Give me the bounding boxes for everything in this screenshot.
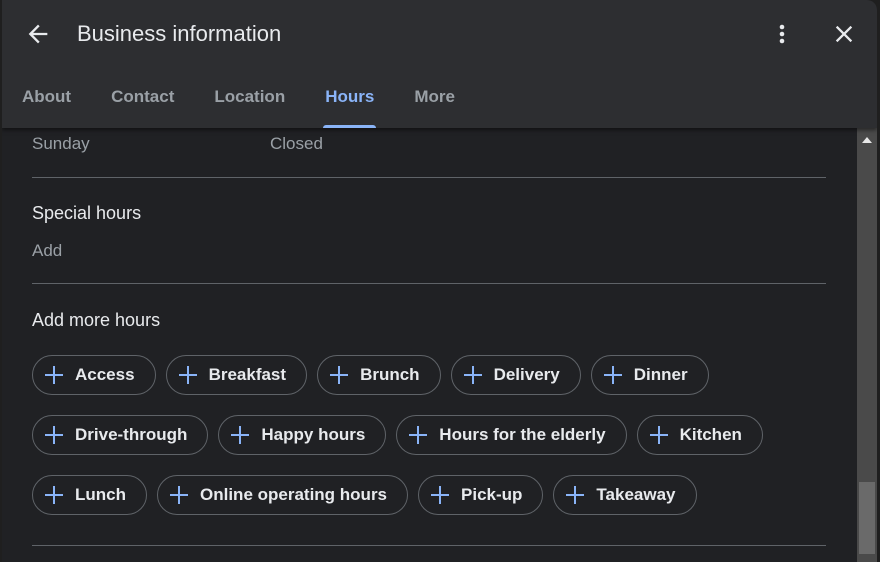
plus-icon bbox=[463, 366, 482, 384]
business-info-dialog: Business information About Contact Locat… bbox=[2, 0, 877, 562]
plus-icon bbox=[566, 486, 585, 504]
chip-label: Access bbox=[75, 365, 135, 384]
divider bbox=[32, 283, 826, 284]
add-hours-chip-kitchen[interactable]: Kitchen bbox=[636, 415, 763, 455]
close-icon[interactable] bbox=[830, 20, 858, 48]
add-hours-chip-lunch[interactable]: Lunch bbox=[32, 475, 147, 515]
plus-icon bbox=[330, 366, 349, 384]
add-hours-chip-happy-hours[interactable]: Happy hours bbox=[218, 415, 387, 455]
chip-label: Dinner bbox=[633, 365, 688, 384]
hours-value: Closed bbox=[270, 134, 323, 153]
tab-bar: About Contact Location Hours More bbox=[2, 80, 475, 128]
tab-hours[interactable]: Hours bbox=[323, 80, 377, 128]
tab-location[interactable]: Location bbox=[214, 80, 285, 128]
dialog-header: Business information About Contact Locat… bbox=[2, 0, 877, 128]
plus-icon bbox=[231, 426, 250, 444]
add-more-hours-title: Add more hours bbox=[32, 310, 161, 330]
plus-icon bbox=[170, 486, 188, 504]
back-arrow-icon[interactable] bbox=[24, 20, 52, 48]
chip-row: Lunch Online operating hours Pick-up Takeaw… bbox=[32, 475, 697, 515]
plus-icon bbox=[431, 486, 450, 504]
chip-label: Pick-up bbox=[461, 485, 523, 504]
plus-icon bbox=[603, 366, 622, 384]
add-hours-chip-pick-up[interactable]: Pick-up bbox=[418, 475, 544, 515]
plus-icon bbox=[45, 366, 63, 384]
add-hours-chip-brunch[interactable]: Brunch bbox=[317, 355, 441, 395]
add-hours-chip-online-operating-hours[interactable]: Online operating hours bbox=[157, 475, 409, 515]
chip-label: Brunch bbox=[360, 365, 420, 384]
hours-day: Sunday bbox=[32, 134, 90, 153]
add-hours-chip-dinner[interactable]: Dinner bbox=[590, 355, 709, 395]
scrollbar[interactable] bbox=[857, 128, 877, 562]
add-hours-chip-takeaway[interactable]: Takeaway bbox=[553, 475, 697, 515]
divider bbox=[32, 177, 826, 178]
chip-label: Online operating hours bbox=[200, 485, 388, 504]
special-hours-title: Special hours bbox=[32, 203, 142, 223]
chip-label: Lunch bbox=[75, 485, 126, 504]
add-hours-chip-drive-through[interactable]: Drive-through bbox=[32, 415, 209, 455]
plus-icon bbox=[409, 426, 428, 444]
chip-label: Drive-through bbox=[75, 425, 188, 444]
divider bbox=[32, 545, 826, 546]
plus-icon bbox=[649, 426, 668, 444]
add-hours-chip-access[interactable]: Access bbox=[32, 355, 156, 395]
plus-icon bbox=[45, 486, 63, 504]
chip-label: Kitchen bbox=[679, 425, 742, 444]
plus-icon bbox=[45, 426, 63, 444]
tab-contact[interactable]: Contact bbox=[111, 80, 174, 128]
chip-label: Delivery bbox=[493, 365, 560, 384]
add-hours-chip-delivery[interactable]: Delivery bbox=[450, 355, 581, 395]
chip-label: Happy hours bbox=[261, 425, 366, 444]
chip-label: Hours for the elderly bbox=[439, 425, 606, 444]
more-options-icon[interactable] bbox=[772, 20, 792, 48]
tab-about[interactable]: About bbox=[22, 80, 71, 128]
chip-label: Breakfast bbox=[208, 365, 287, 384]
plus-icon bbox=[178, 366, 197, 384]
dialog-title: Business information bbox=[77, 21, 282, 46]
chip-label: Takeaway bbox=[596, 485, 676, 504]
scrollbar-thumb[interactable] bbox=[859, 482, 875, 554]
add-hours-chip-hours-for-the-elderly[interactable]: Hours for the elderly bbox=[396, 415, 627, 455]
chip-row: Drive-through Happy hours Hours for the el… bbox=[32, 415, 763, 455]
tab-more[interactable]: More bbox=[414, 80, 455, 128]
special-hours-add[interactable]: Add bbox=[32, 241, 62, 261]
add-hours-chip-breakfast[interactable]: Breakfast bbox=[165, 355, 308, 395]
scroll-up-arrow-icon[interactable] bbox=[862, 137, 872, 143]
hours-content: Sunday Closed Special hours Add Add more… bbox=[2, 128, 857, 562]
chip-row: Access Breakfast Brunch Delivery Dinner bbox=[32, 355, 709, 395]
